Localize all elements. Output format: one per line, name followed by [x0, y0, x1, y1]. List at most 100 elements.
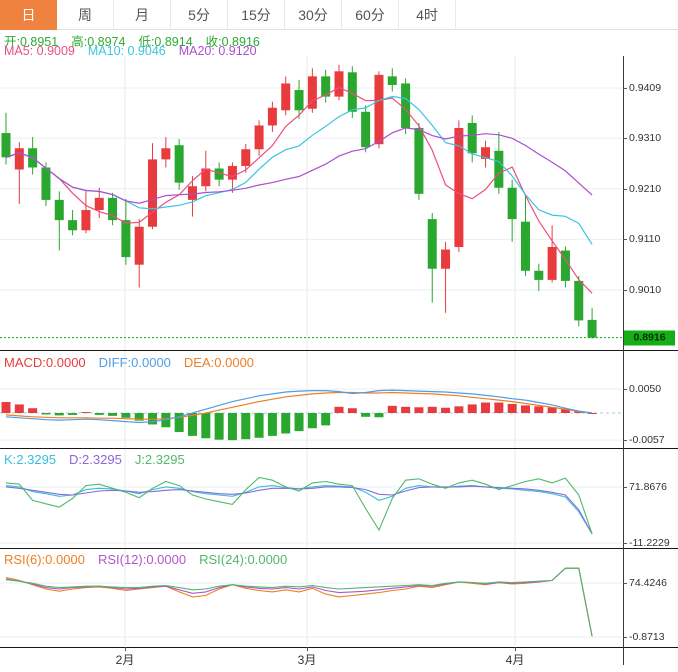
y-axis-tick — [623, 88, 627, 89]
candle-body — [494, 150, 504, 188]
period-tab-3[interactable]: 5分 — [171, 0, 228, 30]
macd-bar — [281, 413, 291, 434]
candle-body — [134, 226, 144, 265]
macd-bar — [1, 402, 11, 413]
main-chart-canvas[interactable] — [0, 56, 623, 350]
y-axis-label: 0.9210 — [629, 182, 662, 195]
y-axis-tick — [623, 543, 627, 544]
candle-body — [161, 148, 171, 160]
ma20-line — [5, 127, 593, 204]
macd-bar — [347, 408, 357, 413]
macd-bar — [81, 412, 91, 414]
y-axis-tick — [623, 636, 627, 638]
candle-body — [41, 167, 51, 200]
candle-body — [387, 76, 397, 85]
macd-bar — [507, 403, 517, 413]
y-axis-tick — [623, 188, 627, 190]
period-tab-6[interactable]: 60分 — [342, 0, 399, 30]
period-tab-7[interactable]: 4时 — [399, 0, 456, 30]
candle-body — [507, 187, 517, 220]
macd-bar — [401, 406, 411, 413]
candle-body — [254, 125, 264, 150]
macd-bar — [267, 413, 277, 436]
y-axis-label: 0.9409 — [629, 82, 662, 94]
y-axis-label: 74.4246 — [629, 577, 667, 589]
candle-body — [374, 74, 384, 145]
macd-bar — [427, 406, 437, 413]
x-axis-month-label: 4月 — [505, 653, 525, 667]
right-price-axis-line — [623, 56, 624, 665]
candle-body — [334, 71, 344, 97]
y-axis-label: 0.9110 — [629, 233, 661, 246]
candle-body — [94, 197, 104, 211]
last-price-badge: 0.8916 — [624, 330, 675, 346]
y-axis-tick — [623, 290, 627, 291]
kdj-item-0: K:2.3295 — [4, 452, 57, 467]
candle-body — [1, 133, 11, 158]
macd-bar — [520, 405, 530, 413]
macd-bar — [374, 413, 384, 418]
candle-body — [534, 270, 544, 280]
candle-body — [148, 159, 158, 227]
macd-bar — [307, 413, 317, 429]
candle-body — [361, 111, 371, 148]
rsi-item-2: RSI(24):0.0000 — [199, 552, 288, 567]
macd-bar — [68, 413, 78, 415]
macd-bar — [414, 407, 424, 413]
rsi-item-1: RSI(12):0.0000 — [97, 552, 187, 567]
macd-bar — [361, 413, 371, 417]
candle-body — [441, 249, 451, 269]
candle-body — [54, 199, 64, 221]
period-tab-0[interactable]: 日 — [0, 0, 57, 30]
period-tab-5[interactable]: 30分 — [285, 0, 342, 30]
y-axis-label: 0.0050 — [629, 383, 662, 396]
candle-body — [574, 280, 584, 321]
y-axis-label: -11.2229 — [629, 537, 670, 549]
j-line — [5, 476, 593, 535]
candle-body — [547, 246, 557, 280]
candle-body — [81, 210, 91, 231]
period-tab-2[interactable]: 月 — [114, 0, 171, 30]
y-axis-tick — [623, 440, 627, 442]
macd-item-0: MACD:0.0000 — [4, 355, 86, 370]
macd-item-1: DIFF:0.0000 — [98, 355, 171, 370]
y-axis-tick — [623, 138, 627, 140]
macd-bar — [481, 402, 491, 413]
candle-body — [281, 83, 291, 111]
kdj-legend: K:2.3295 D:2.3295 J:2.3295 — [4, 452, 185, 467]
macd-bar — [254, 413, 264, 438]
panel-divider — [0, 448, 678, 449]
rsi12-line — [5, 567, 593, 637]
candle-body — [241, 149, 251, 166]
candle-body — [267, 107, 277, 126]
macd-bar — [321, 413, 331, 426]
candle-body — [174, 145, 184, 183]
rsi-legend: RSI(6):0.0000 RSI(12):0.0000 RSI(24):0.000… — [4, 552, 287, 567]
macd-bar — [387, 405, 397, 413]
rsi6-line — [5, 567, 593, 637]
macd-bar — [41, 413, 51, 415]
macd-bar — [294, 413, 304, 432]
y-axis-label: 0.9310 — [629, 132, 662, 145]
period-tab-bar: 日周月 5分 15分 30分 60分 4时 — [0, 0, 678, 30]
candle-body — [414, 127, 424, 194]
period-tab-4[interactable]: 15分 — [228, 0, 285, 30]
candle-body — [587, 319, 597, 338]
y-axis-label: 71.8676 — [629, 481, 667, 493]
k-line — [5, 485, 593, 535]
macd-bar — [121, 413, 131, 418]
macd-bar — [214, 413, 224, 440]
macd-legend: MACD:0.0000 DIFF:0.0000 DEA:0.0000 — [4, 355, 254, 370]
candle-body — [294, 90, 304, 111]
macd-bar — [108, 413, 118, 416]
macd-bar — [54, 413, 64, 416]
d-line — [5, 485, 593, 535]
y-axis-label: -0.0057 — [629, 434, 665, 447]
x-axis-month-label: 2月 — [115, 653, 135, 667]
macd-bar — [334, 406, 344, 413]
period-tab-1[interactable]: 周 — [57, 0, 114, 30]
candle-body — [14, 148, 24, 170]
candle-body — [467, 122, 477, 154]
rsi24-line — [5, 567, 593, 637]
macd-item-2: DEA:0.0000 — [183, 355, 255, 370]
